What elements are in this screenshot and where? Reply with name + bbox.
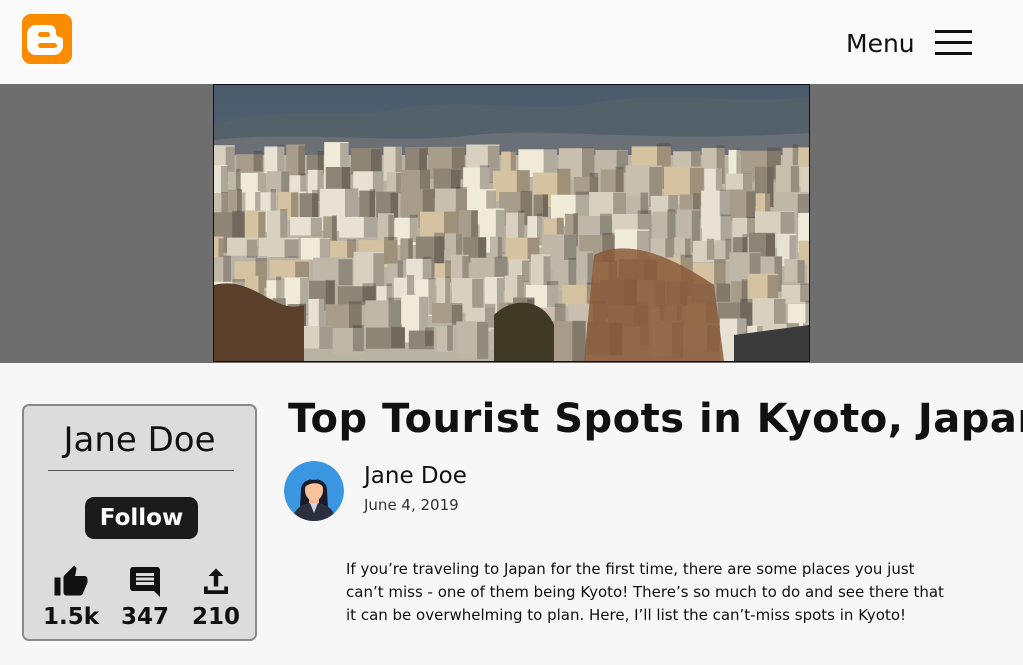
hero-banner	[0, 84, 1023, 363]
follow-button[interactable]: Follow	[85, 497, 198, 539]
author-card: Jane Doe Follow 1.5k 347 210	[22, 404, 257, 641]
comment-icon	[130, 567, 160, 597]
hamburger-menu-icon[interactable]	[935, 30, 972, 56]
post-author-name[interactable]: Jane Doe	[364, 463, 467, 489]
article-body: If you’re traveling to Japan for the fir…	[346, 560, 944, 624]
share-icon	[204, 568, 228, 594]
article-title: Top Tourist Spots in Kyoto, Japan	[288, 396, 1023, 442]
shares-stat[interactable]: 210	[181, 564, 251, 630]
thumbs-up-icon	[54, 565, 88, 596]
site-header: Menu	[0, 0, 1023, 84]
likes-stat[interactable]: 1.5k	[36, 564, 106, 630]
hero-image	[213, 84, 810, 362]
author-avatar[interactable]	[284, 461, 344, 521]
menu-label[interactable]: Menu	[846, 28, 915, 60]
comments-count: 347	[120, 604, 169, 630]
post-date: June 4, 2019	[364, 496, 459, 514]
shares-count: 210	[191, 604, 240, 630]
card-author-name[interactable]: Jane Doe	[24, 420, 255, 460]
card-divider	[48, 470, 234, 471]
blogger-logo-icon[interactable]	[22, 14, 72, 64]
likes-count: 1.5k	[42, 604, 100, 630]
comments-stat[interactable]: 347	[110, 564, 180, 630]
